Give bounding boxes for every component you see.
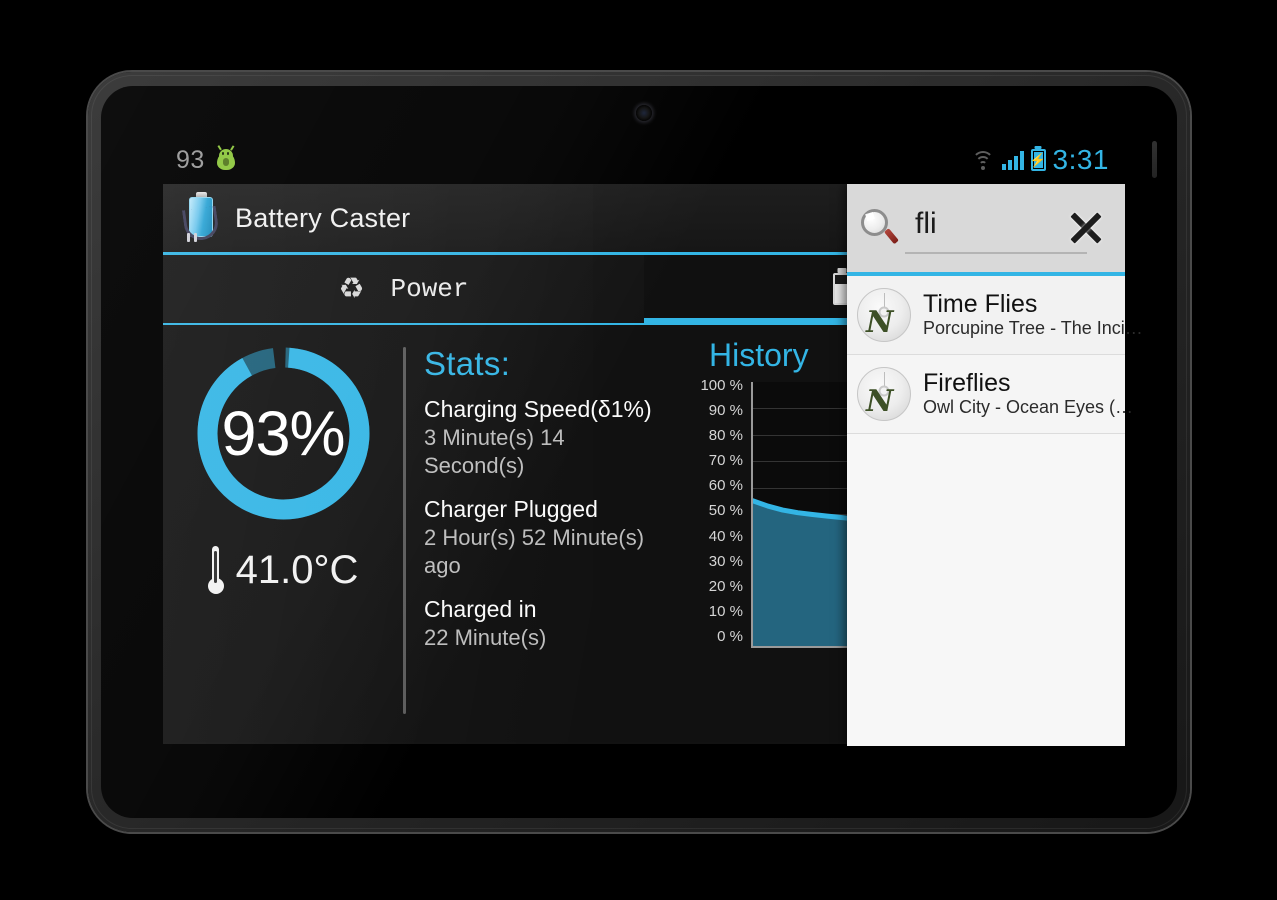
status-bar-clock: 3:31 <box>1052 144 1109 175</box>
wifi-icon <box>971 150 995 170</box>
signal-bars-icon <box>1001 150 1024 170</box>
battery-gauge: 93% <box>191 341 376 526</box>
chart-y-tick: 20 % <box>708 577 743 595</box>
stat-name: Charging Speed(δ1%) <box>424 396 652 422</box>
tab-power-label: Power <box>390 274 469 304</box>
stats-heading: Stats: <box>424 345 511 382</box>
temperature-value: 41.0°C <box>235 547 359 592</box>
search-input-underline <box>905 252 1087 254</box>
thermometer-icon <box>207 546 224 594</box>
temperature-row: 41.0°C <box>207 546 359 594</box>
stat-value: 3 Minute(s) 14 Second(s) <box>424 424 565 479</box>
stats-panel: Stats: Charging Speed(δ1%) 3 Minute(s) 1… <box>406 325 669 742</box>
battery-gauge-panel: 93% 41.0°C <box>163 325 403 742</box>
stat-name: Charger Plugged <box>424 495 598 522</box>
stat-item: Charging Speed(δ1%) 3 Minute(s) 14 Secon… <box>424 395 669 481</box>
notification-count: 93 <box>176 145 205 174</box>
close-x-icon[interactable] <box>1063 205 1109 251</box>
front-camera-icon <box>636 105 652 121</box>
battery-plug-icon <box>181 192 221 243</box>
battery-charging-icon: ⚡ <box>1030 149 1046 171</box>
result-title: Time Flies <box>923 290 1038 318</box>
app-title: Battery Caster <box>235 202 411 233</box>
list-item[interactable]: N Time Flies Porcupine Tree - The Inci… <box>847 276 1143 355</box>
screenshot-root: 93 ⚡ 3:31 Battery Caster ♻ Power 93% 41.… <box>0 0 1277 900</box>
search-input[interactable]: fli <box>915 209 1063 239</box>
stat-name: Charged in <box>424 595 537 622</box>
album-art-icon: N <box>857 288 911 342</box>
stat-value: 2 Hour(s) 52 Minute(s) ago <box>424 524 645 579</box>
android-bug-icon <box>214 145 238 171</box>
status-bar-system-icons: ⚡ 3:31 <box>971 144 1126 176</box>
chart-y-axis: 100 % 90 % 80 % 70 % 60 % 50 % 40 % 30 % 20 % 10 … <box>673 378 743 648</box>
album-art-icon: N <box>857 367 911 421</box>
stat-item: Charger Plugged 2 Hour(s) 52 Minute(s) a… <box>424 495 669 581</box>
status-bar-notifications: 93 <box>163 145 238 175</box>
recycle-icon: ♻ <box>338 273 365 305</box>
battery-percent-label: 93% <box>221 398 345 469</box>
info-left-pane: 93% 41.0°C Stats: Charging Speed(δ1%) 3 <box>163 325 669 742</box>
tab-power[interactable]: ♻ Power <box>163 255 644 323</box>
chart-y-tick: 30 % <box>708 552 743 570</box>
chart-y-tick: 80 % <box>708 427 743 445</box>
chart-y-tick: 100 % <box>700 377 743 394</box>
search-results-list: N Time Flies Porcupine Tree - The Inci… … <box>847 276 1143 746</box>
android-status-bar: 93 ⚡ 3:31 <box>163 136 1125 184</box>
result-subtitle: Owl City - Ocean Eyes (… <box>923 397 1134 417</box>
search-bar[interactable]: fli <box>847 184 1125 276</box>
chart-y-tick: 0 % <box>717 627 743 645</box>
result-subtitle: Porcupine Tree - The Inci… <box>923 318 1143 338</box>
magnifier-icon <box>859 207 901 249</box>
search-overlay-panel: fli N Time Flies Porcupine Tree - The In… <box>847 184 1143 746</box>
chart-y-tick: 40 % <box>708 527 743 545</box>
list-item[interactable]: N Fireflies Owl City - Ocean Eyes (… <box>847 355 1133 434</box>
device-side-button[interactable] <box>1152 141 1157 178</box>
chart-y-tick: 10 % <box>708 602 743 620</box>
chart-y-tick: 70 % <box>708 452 743 470</box>
chart-y-tick: 60 % <box>708 477 743 495</box>
stat-value: 22 Minute(s) <box>424 624 547 650</box>
chart-y-tick: 50 % <box>708 502 743 520</box>
stat-item: Charged in 22 Minute(s) <box>424 595 669 652</box>
result-title: Fireflies <box>923 369 1011 397</box>
chart-y-tick: 90 % <box>708 402 743 420</box>
